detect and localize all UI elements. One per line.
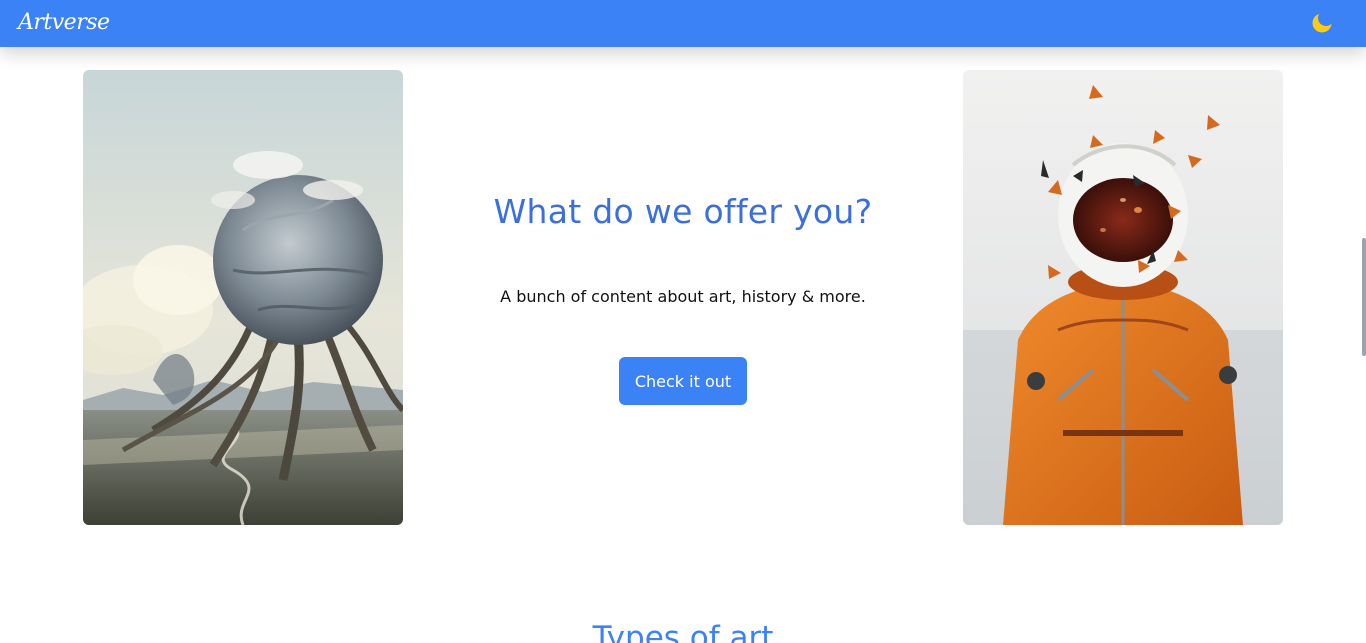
page-scrollbar[interactable] — [1362, 238, 1366, 356]
moon-icon[interactable] — [1311, 12, 1333, 34]
types-of-art-heading: Types of art — [592, 620, 774, 643]
astronaut-butterflies-image — [963, 70, 1283, 525]
top-navbar: Artverse — [0, 0, 1366, 47]
check-it-out-button[interactable]: Check it out — [619, 357, 747, 405]
offer-description: A bunch of content about art, history & … — [500, 287, 866, 306]
site-logo[interactable]: Artverse — [18, 9, 110, 37]
offer-heading: What do we offer you? — [493, 192, 873, 231]
surreal-landscape-image — [83, 70, 403, 525]
